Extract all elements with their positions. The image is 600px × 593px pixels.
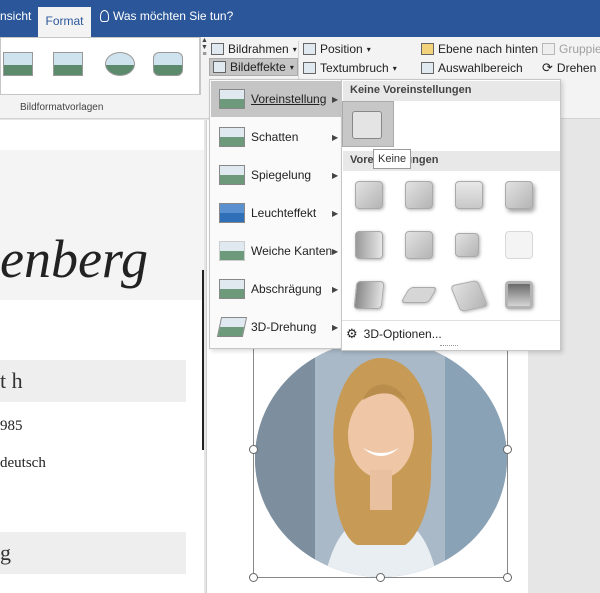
picture-effects-icon (213, 61, 226, 73)
resize-handle[interactable] (249, 445, 258, 454)
submenu-arrow-icon: ▶ (332, 322, 339, 332)
picture-style-thumb[interactable] (53, 52, 83, 76)
section-heading-1: t h (0, 368, 23, 393)
preset-effect-icon (219, 89, 245, 109)
picture-border-label: Bildrahmen (228, 42, 289, 56)
preset-5[interactable] (355, 231, 383, 259)
3d-options-item[interactable]: ⚙ 3D-Optionen... (346, 326, 442, 342)
menu-item-label: Abschrägung (251, 282, 322, 296)
section-band (0, 532, 186, 574)
bevel-effect-icon (219, 279, 245, 299)
lightbulb-icon (100, 10, 109, 22)
menu-item-reflection[interactable]: Spiegelung ▶ (211, 157, 341, 193)
submenu-arrow-icon: ▶ (332, 284, 339, 294)
picture-effects-label: Bildeffekte (230, 60, 286, 74)
section-band (0, 360, 186, 402)
preset-7[interactable] (455, 233, 479, 257)
picture-effects-button[interactable]: Bildeffekte ▾ (209, 58, 298, 76)
preset-6[interactable] (405, 231, 433, 259)
tell-me-text: Was möchten Sie tun? (113, 9, 234, 23)
menu-item-3d-rotation[interactable]: 3D-Drehung ▶ (211, 309, 341, 345)
wrap-text-label: Textumbruch (320, 61, 389, 75)
document-page-left[interactable]: enberg t h 985 deutsch g (0, 120, 204, 593)
submenu-arrow-icon: ▶ (332, 132, 339, 142)
selection-pane-label: Auswahlbereich (438, 61, 523, 75)
menu-item-label: Schatten (251, 130, 299, 144)
position-button[interactable]: Position ▾ (303, 40, 371, 58)
menu-item-soft-edges[interactable]: Weiche Kanten ▶ (211, 233, 341, 269)
menu-resize-grip[interactable] (440, 345, 458, 347)
rotate-icon: ⟳ (542, 60, 553, 75)
picture-border-icon (211, 43, 224, 55)
menu-item-shadow[interactable]: Schatten ▶ (211, 119, 341, 155)
selection-frame (253, 327, 508, 578)
tooltip: Keine (373, 149, 412, 169)
preset-2[interactable] (405, 181, 433, 209)
section-heading-2: g (0, 540, 11, 565)
send-backward-label: Ebene nach hinten (438, 42, 539, 56)
picture-border-button[interactable]: Bildrahmen ▾ (211, 40, 297, 58)
picture-style-thumb[interactable] (105, 52, 135, 76)
picture-styles-gallery (0, 37, 200, 95)
preset-3[interactable] (455, 181, 483, 209)
wrap-text-icon (303, 62, 316, 74)
preset-9[interactable] (353, 281, 385, 309)
name-heading: enberg (0, 229, 148, 289)
wrap-text-button[interactable]: Textumbruch ▾ (303, 59, 397, 77)
menu-item-glow[interactable]: Leuchteffekt ▶ (211, 195, 341, 231)
tab-format[interactable]: Format (38, 7, 91, 37)
menu-item-label: Voreinstellung (251, 92, 327, 106)
picture-style-thumb[interactable] (3, 52, 33, 76)
soft-edges-effect-icon (219, 241, 245, 261)
menu-separator (342, 320, 560, 321)
submenu-arrow-icon: ▶ (332, 170, 339, 180)
3d-options-icon: ⚙ (346, 326, 358, 341)
selection-pane-button[interactable]: Auswahlbereich (421, 59, 523, 77)
tell-me-box[interactable]: Was möchten Sie tun? (100, 9, 233, 23)
picture-effects-menu: Voreinstellung ▶ Schatten ▶ Spiegelung ▶… (209, 79, 342, 349)
menu-item-bevel[interactable]: Abschrägung ▶ (211, 271, 341, 307)
menu-item-label: Leuchteffekt (251, 206, 317, 220)
submenu-arrow-icon: ▶ (332, 94, 339, 104)
ribbon-tab-bar: nsicht Format Was möchten Sie tun? (0, 0, 600, 37)
resize-handle[interactable] (249, 573, 258, 582)
3d-options-label: 3D-Optionen... (363, 327, 442, 341)
resize-handle[interactable] (376, 573, 385, 582)
selection-pane-icon (421, 62, 434, 74)
preset-none-icon (352, 111, 382, 139)
preset-12[interactable] (505, 281, 533, 309)
menu-item-preset[interactable]: Voreinstellung ▶ (211, 81, 341, 117)
preset-8[interactable] (505, 231, 533, 259)
reflection-effect-icon (219, 165, 245, 185)
group-label-picture-styles: Bildformatvorlagen (20, 102, 104, 113)
3d-rotation-effect-icon (216, 317, 248, 337)
position-icon (303, 43, 316, 55)
info-line-1: 985 (0, 418, 23, 434)
submenu-arrow-icon: ▶ (332, 246, 339, 256)
no-presets-header: Keine Voreinstellungen (343, 81, 560, 101)
rotate-button[interactable]: ⟳ Drehen▾ (542, 59, 600, 77)
group-icon (542, 43, 555, 55)
shadow-effect-icon (219, 127, 245, 147)
group-label: Gruppier (559, 42, 600, 56)
menu-item-label: Spiegelung (251, 168, 312, 182)
send-backward-icon (421, 43, 434, 55)
rotate-label: Drehen (556, 61, 597, 75)
group-button[interactable]: Gruppier (542, 40, 600, 58)
menu-item-label: Weiche Kanten (251, 244, 333, 258)
picture-style-thumb[interactable] (153, 52, 183, 76)
glow-effect-icon (219, 203, 245, 223)
preset-1[interactable] (355, 181, 383, 209)
resize-handle[interactable] (503, 573, 512, 582)
table-border-line (202, 270, 204, 450)
position-label: Position (320, 42, 363, 56)
preset-4[interactable] (505, 181, 533, 209)
info-line-2: deutsch (0, 455, 46, 471)
resize-handle[interactable] (503, 445, 512, 454)
gallery-more-button[interactable]: ▲ ▼ ≡ (200, 37, 208, 95)
submenu-arrow-icon: ▶ (332, 208, 339, 218)
menu-item-label: 3D-Drehung (251, 320, 317, 334)
tab-ansicht[interactable]: nsicht (0, 9, 31, 23)
send-backward-button[interactable]: Ebene nach hinten▾ (421, 40, 546, 58)
